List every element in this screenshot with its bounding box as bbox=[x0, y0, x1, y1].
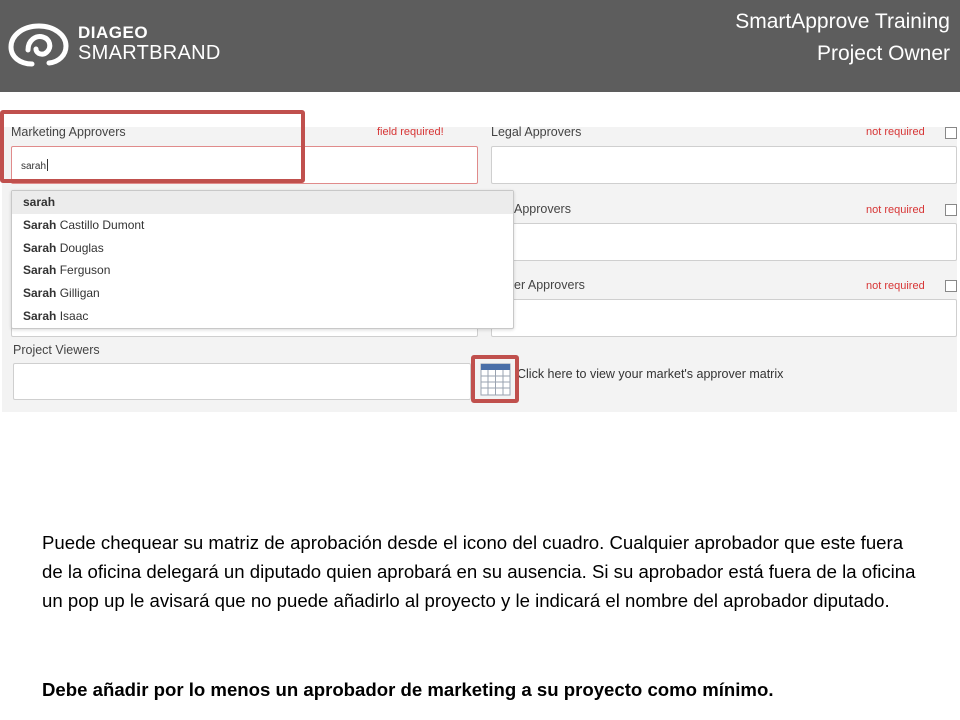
marketing-field-highlight bbox=[0, 110, 305, 183]
third-not-required-checkbox[interactable] bbox=[945, 280, 957, 292]
legal-approvers-input[interactable] bbox=[491, 146, 957, 184]
third-approvers-input[interactable] bbox=[491, 299, 957, 337]
header-title-line2: Project Owner bbox=[816, 42, 950, 65]
suggestion-item[interactable]: Sarah Castillo Dumont bbox=[12, 214, 513, 237]
project-viewers-label: Project Viewers bbox=[13, 343, 100, 357]
header-title-line1: SmartApprove Training bbox=[735, 10, 950, 33]
logo-wordmark: DIAGEO SMARTBRAND bbox=[78, 23, 221, 65]
instruction-bold-note: Debe añadir por lo menos un aprobador de… bbox=[42, 679, 774, 700]
matrix-icon-highlight bbox=[471, 355, 519, 403]
logo-line-diageo: DIAGEO bbox=[78, 23, 149, 42]
approver-matrix-link[interactable]: Click here to view your market's approve… bbox=[517, 367, 783, 381]
header-bar: DIAGEO SMARTBRAND SmartApprove Training … bbox=[0, 0, 960, 92]
suggestion-item[interactable]: Sarah Isaac bbox=[12, 305, 513, 328]
suggestion-item[interactable]: Sarah Gilligan bbox=[12, 282, 513, 305]
second-not-required-checkbox[interactable] bbox=[945, 204, 957, 216]
suggestion-item[interactable]: Sarah Douglas bbox=[12, 237, 513, 260]
diageo-smartbrand-logo: DIAGEO SMARTBRAND bbox=[8, 22, 220, 70]
second-required-status: not required bbox=[866, 204, 925, 216]
instruction-paragraph: Puede chequear su matriz de aprobación d… bbox=[42, 532, 916, 611]
suggestion-item[interactable]: sarah bbox=[12, 191, 513, 214]
logo-line-smartbrand: SMARTBRAND bbox=[78, 42, 221, 64]
marketing-required-status: field required! bbox=[377, 126, 444, 138]
suggestion-item[interactable]: Sarah Ferguson bbox=[12, 259, 513, 282]
third-approvers-label: er Approvers bbox=[514, 278, 585, 292]
second-approvers-label: Approvers bbox=[514, 202, 571, 216]
approver-suggestions-dropdown: sarah Sarah Castillo Dumont Sarah Dougla… bbox=[11, 190, 514, 329]
project-viewers-input[interactable] bbox=[13, 363, 471, 400]
header-title: SmartApprove Training Project Owner bbox=[735, 6, 950, 70]
legal-required-status: not required bbox=[866, 126, 925, 138]
second-approvers-input[interactable] bbox=[491, 223, 957, 261]
third-required-status: not required bbox=[866, 280, 925, 292]
diageo-swirl-logo-icon bbox=[8, 23, 69, 67]
legal-approvers-label: Legal Approvers bbox=[491, 125, 582, 139]
legal-not-required-checkbox[interactable] bbox=[945, 127, 957, 139]
